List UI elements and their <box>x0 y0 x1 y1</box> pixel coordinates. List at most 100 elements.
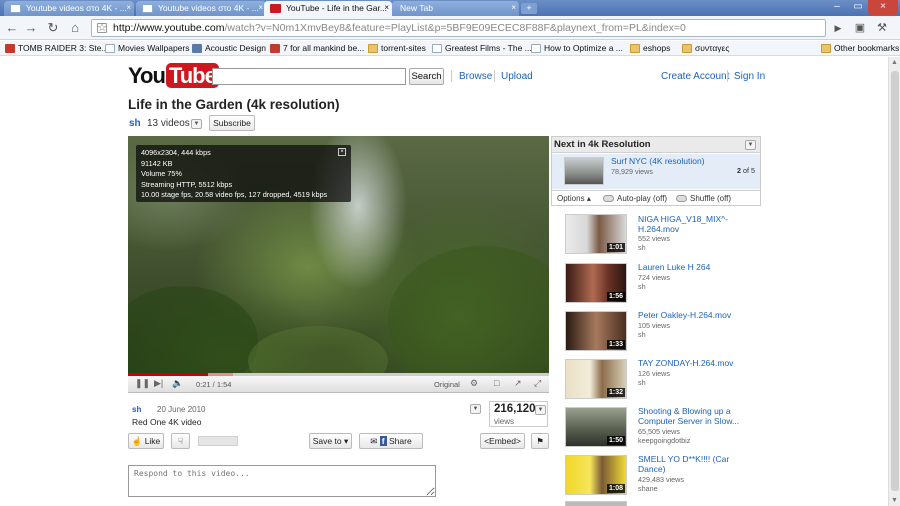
chevron-down-icon[interactable]: ▼ <box>470 404 481 414</box>
view-count: 216,120 <box>494 403 536 415</box>
folder-icon <box>682 44 692 53</box>
video-thumbnail <box>565 501 627 506</box>
back-arrow-icon[interactable]: ← <box>4 20 20 36</box>
page-scrollbar[interactable]: ▲ ▼ <box>888 57 900 506</box>
save-to-button[interactable]: Save to ▾ <box>309 433 352 449</box>
bookmark-item[interactable]: Movies Wallpapers <box>105 42 190 55</box>
other-bookmarks-folder[interactable]: Other bookmarks <box>821 42 899 55</box>
bookmark-folder[interactable]: eshops <box>630 42 670 55</box>
uploader-link[interactable]: sh <box>132 405 141 414</box>
browser-toolbar: ← → ↻ ⌂ http://www.youtube.com/watch?v=N… <box>0 16 900 40</box>
url-host: http://www.youtube.com <box>113 22 225 34</box>
bookmark-star-icon[interactable]: ☆ <box>94 20 110 36</box>
page-icon <box>432 44 442 53</box>
scroll-up-icon[interactable]: ▲ <box>891 59 898 66</box>
bookmark-item[interactable]: Greatest Films - The ... <box>432 42 532 55</box>
related-title: TAY ZONDAY-H.264.mov <box>638 358 734 368</box>
related-user: shane <box>638 484 658 493</box>
volume-icon[interactable]: 🔈 <box>172 378 183 389</box>
tab-youtube-videos-2[interactable]: Youtube videos στο 4K - ... × <box>136 1 266 16</box>
reload-icon[interactable]: ↻ <box>45 20 61 36</box>
home-icon[interactable]: ⌂ <box>67 20 83 36</box>
youtube-logo[interactable]: You Tube <box>128 63 219 89</box>
pause-icon[interactable]: ❚❚ <box>135 378 150 389</box>
related-views: 65,505 views <box>638 427 680 436</box>
page-menu-icon[interactable]: ▶ <box>830 20 846 36</box>
close-stats-icon[interactable]: × <box>338 148 346 156</box>
related-user: sh <box>638 243 646 252</box>
popout-icon[interactable]: □ <box>494 378 499 388</box>
bookmark-item[interactable]: Acoustic Design <box>192 42 266 55</box>
share-button[interactable]: ✉ f Share <box>359 433 423 449</box>
dislike-button[interactable]: ☟ <box>171 433 190 449</box>
page-icon <box>105 44 115 53</box>
tab-new-tab[interactable]: New Tab × <box>392 1 519 16</box>
related-title: NIGA HIGA_V18_MIX^-H.264.mov <box>638 214 728 234</box>
autoplay-toggle[interactable] <box>603 195 614 202</box>
scroll-down-icon[interactable]: ▼ <box>891 497 898 504</box>
address-bar[interactable]: http://www.youtube.com/watch?v=N0m1XmvBe… <box>91 19 826 37</box>
chevron-down-icon[interactable]: ▼ <box>745 140 756 150</box>
chevron-down-icon[interactable]: ▼ <box>191 119 202 129</box>
expand-icon[interactable]: ↗ <box>514 378 522 389</box>
quality-button[interactable]: Original <box>434 380 460 389</box>
page-favicon-icon <box>142 4 153 13</box>
subscribe-button[interactable]: Subscribe <box>209 115 255 131</box>
folder-icon <box>630 44 640 53</box>
channel-link[interactable]: sh <box>129 118 141 129</box>
search-input[interactable] <box>212 68 406 85</box>
search-button[interactable]: Search <box>409 68 444 85</box>
site-favicon-icon <box>270 44 280 53</box>
related-views: 552 views <box>638 234 670 243</box>
tab-close-icon[interactable]: × <box>258 3 263 12</box>
browse-link[interactable]: Browse <box>459 71 492 82</box>
bookmark-item[interactable]: 7 for all mankind be... <box>270 42 364 55</box>
bookmark-folder[interactable]: torrent-sites <box>368 42 426 55</box>
page-icon <box>531 44 541 53</box>
folder-icon <box>821 44 831 53</box>
tab-close-icon[interactable]: × <box>511 3 516 12</box>
next-icon[interactable]: ▶| <box>154 378 163 389</box>
like-button[interactable]: ☝ Like <box>128 433 164 449</box>
url-path: /watch?v=N0m1XmvBey8&feature=PlayList&p=… <box>224 22 686 34</box>
tab-youtube-life-in-garden[interactable]: YouTube - Life in the Gar... × <box>264 1 392 16</box>
playlist-heading: Next in 4k Resolution <box>552 137 760 153</box>
scrollbar-thumb[interactable] <box>891 71 899 491</box>
new-tab-button[interactable]: + <box>521 3 537 14</box>
chevron-down-icon[interactable]: ▼ <box>535 405 546 415</box>
settings-icon[interactable]: ⚙ <box>470 378 478 389</box>
related-title: Peter Oakley-H.264.mov <box>638 310 732 320</box>
tab-title: YouTube - Life in the Gar... <box>286 3 387 13</box>
upload-link[interactable]: Upload <box>501 71 533 82</box>
maximize-button[interactable]: ▭ <box>848 0 868 15</box>
bookmark-item[interactable]: How to Optimize a ... <box>531 42 623 55</box>
comment-input[interactable] <box>128 465 436 497</box>
bookmark-item[interactable]: TOMB RAIDER 3: Ste... <box>5 42 109 55</box>
embed-button[interactable]: <Embed> <box>480 433 525 449</box>
site-favicon-icon <box>5 44 15 53</box>
tab-close-icon[interactable]: × <box>384 3 389 12</box>
flag-icon: ⚑ <box>536 436 544 446</box>
fullscreen-icon[interactable]: ⤢ <box>534 378 541 389</box>
tab-close-icon[interactable]: × <box>126 3 131 12</box>
related-user: keepgoingdotbiz <box>638 436 691 445</box>
page-menu-icon[interactable]: ▣ <box>852 20 868 36</box>
tab-youtube-videos-1[interactable]: Youtube videos στο 4K - ... × <box>4 1 134 16</box>
related-user: sh <box>638 282 646 291</box>
minimize-button[interactable]: – <box>826 0 848 15</box>
video-player[interactable]: 4096x2304, 444 kbps 91142 KB Volume 75% … <box>128 136 549 373</box>
tab-strip: Youtube videos στο 4K - ... × Youtube vi… <box>0 0 900 16</box>
duration-badge: 1:01 <box>606 243 625 252</box>
playlist-position: 2 of 5 <box>737 166 755 175</box>
shuffle-toggle[interactable] <box>676 195 687 202</box>
options-menu[interactable]: Options ▴ <box>557 194 591 203</box>
sign-in-link[interactable]: Sign In <box>734 71 765 82</box>
flag-button[interactable]: ⚑ <box>531 433 549 449</box>
close-window-button[interactable]: × <box>868 0 898 15</box>
bookmark-folder[interactable]: συνταγες <box>682 42 729 55</box>
create-account-link[interactable]: Create Account <box>661 71 729 82</box>
wrench-icon[interactable]: ⚒ <box>874 20 890 36</box>
playlist-current-item[interactable]: Surf NYC (4K resolution) 78,929 views 2 … <box>552 154 760 189</box>
forward-arrow-icon[interactable]: → <box>23 20 39 36</box>
divider <box>494 70 495 82</box>
